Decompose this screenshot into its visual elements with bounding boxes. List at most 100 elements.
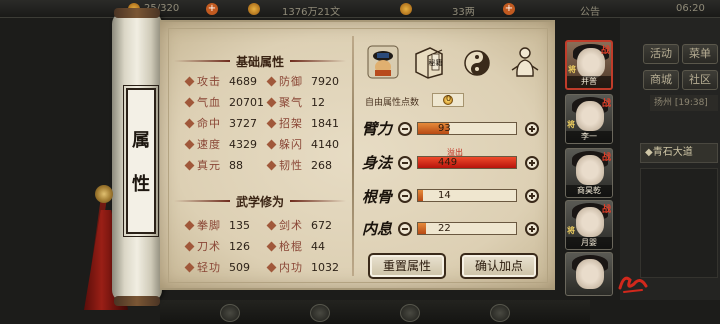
attr-constitution-label: 根骨 <box>362 188 393 206</box>
scroll-title-plaque: 属 性 <box>123 85 159 237</box>
bullet-icon <box>266 241 277 251</box>
stat-name: 刀术 <box>197 240 221 253</box>
stat-name: 命中 <box>197 117 221 130</box>
free-points-label: 自由属性点数 <box>365 98 420 108</box>
agility-plus-button[interactable] <box>525 156 539 170</box>
bottom-action-bar <box>160 300 590 324</box>
breath-value: 22 <box>438 223 451 234</box>
taiji-icon[interactable] <box>460 44 494 80</box>
bullet-icon <box>184 160 195 170</box>
free-points-box: 0 <box>432 93 464 107</box>
stat-value: 1032 <box>311 260 339 274</box>
bullet-icon <box>184 241 195 251</box>
add-resource-c-button[interactable]: + <box>503 3 515 15</box>
martial-spear: 枪棍 44 <box>266 238 325 254</box>
tassel-knot <box>95 185 113 203</box>
strength-plus-button[interactable] <box>525 122 539 136</box>
stat-name: 剑术 <box>279 219 303 232</box>
resource-c: 33两 <box>452 7 475 18</box>
bullet-icon <box>266 262 277 272</box>
side-menu-community[interactable]: 社区 <box>682 70 718 90</box>
agility-minus-button[interactable] <box>398 156 412 170</box>
scroll-title-char-2: 性 <box>132 174 150 195</box>
character-hat-icon[interactable] <box>366 44 400 80</box>
basic-heading-text: 基础属性 <box>236 54 285 69</box>
bottom-bag-icon[interactable] <box>220 304 240 322</box>
stat-name: 韧性 <box>279 159 303 172</box>
stat-value: 135 <box>229 218 250 232</box>
general-mark: 将 <box>567 120 575 129</box>
character-card-5[interactable] <box>565 252 613 296</box>
agility-bar-fill <box>418 157 516 168</box>
meridian-body-icon[interactable] <box>508 44 542 80</box>
stat-value: 3727 <box>229 116 257 130</box>
general-mark: 将 <box>567 226 575 235</box>
scroll-title-char-1: 属 <box>132 130 150 151</box>
bullet-icon <box>184 220 195 230</box>
add-resource-a-button[interactable]: + <box>206 3 218 15</box>
character-portrait <box>576 101 604 131</box>
character-portrait <box>576 259 604 289</box>
top-resource-bar: 25/320 + 1376万21文 33两 + 公告 06:20 <box>0 0 720 18</box>
stat-parry: 招架 1841 <box>266 115 339 131</box>
heading-ornament-left <box>174 200 230 202</box>
stat-speed: 速度 4329 <box>184 136 257 152</box>
stat-name: 真元 <box>197 159 221 172</box>
character-name: 月婴 <box>566 237 612 249</box>
side-menu-shop[interactable]: 商城 <box>643 70 679 90</box>
stat-defense: 防御 7920 <box>266 73 339 89</box>
constitution-bar-fill <box>418 190 423 201</box>
bullet-icon <box>184 76 195 86</box>
bullet-icon <box>266 220 277 230</box>
stat-hp: 气血 20701 <box>184 94 264 110</box>
character-card-3[interactable]: 战 商昊乾 <box>565 148 613 198</box>
martial-fist: 拳脚 135 <box>184 217 250 233</box>
side-menu-activity[interactable]: 活动 <box>643 44 679 64</box>
stat-name: 招架 <box>279 117 303 130</box>
bullet-icon <box>266 118 277 128</box>
character-card-1[interactable]: 战 将 并普 <box>565 40 613 90</box>
quest-tracker[interactable]: ◆青石大道 <box>640 143 718 163</box>
battle-tag: 战 <box>601 205 611 215</box>
confirm-points-button[interactable]: 确认加点 <box>460 253 538 279</box>
stat-value: 20701 <box>229 95 264 109</box>
constitution-plus-button[interactable] <box>525 189 539 203</box>
stat-value: 268 <box>311 158 332 172</box>
stat-name: 躲闪 <box>279 138 303 151</box>
stat-value: 88 <box>229 158 243 172</box>
breath-bar: 22 <box>417 222 517 235</box>
book-tome-icon[interactable]: 秘籍 <box>412 44 446 80</box>
bottom-team-icon[interactable] <box>400 304 420 322</box>
strength-bar: 93 <box>417 122 517 135</box>
stat-value: 12 <box>311 95 325 109</box>
constitution-minus-button[interactable] <box>398 189 412 203</box>
stat-gather: 聚气 12 <box>266 94 325 110</box>
scroll-cap-bottom <box>114 296 160 306</box>
breath-minus-button[interactable] <box>398 222 412 236</box>
money-icon <box>248 3 260 15</box>
agility-bar: 449 <box>417 156 517 169</box>
battle-tag: 战 <box>600 46 610 56</box>
character-name: 李一 <box>566 131 612 143</box>
stat-value: 1841 <box>311 116 339 130</box>
bullet-icon <box>184 139 195 149</box>
bottom-map-icon[interactable] <box>490 304 510 322</box>
strength-minus-button[interactable] <box>398 122 412 136</box>
stat-value: 509 <box>229 260 250 274</box>
location-note: 扬州 [19:38] <box>650 95 718 111</box>
martial-lightness: 轻功 509 <box>184 259 250 275</box>
reset-attributes-button[interactable]: 重置属性 <box>368 253 446 279</box>
character-portrait <box>576 155 604 185</box>
breath-plus-button[interactable] <box>525 222 539 236</box>
bullet-icon <box>184 262 195 272</box>
announcement-button[interactable]: 公告 <box>580 3 600 18</box>
character-card-4[interactable]: 战 将 月婴 <box>565 200 613 250</box>
stat-name: 气血 <box>197 96 221 109</box>
bottom-skill-icon[interactable] <box>310 304 330 322</box>
scroll-cap-top <box>114 8 160 18</box>
gold-icon <box>400 3 412 15</box>
attr-strength-label: 臂力 <box>362 120 393 138</box>
side-menu-menu[interactable]: 菜单 <box>682 44 718 64</box>
character-card-2[interactable]: 战 将 李一 <box>565 94 613 144</box>
breath-bar-fill <box>418 223 426 234</box>
